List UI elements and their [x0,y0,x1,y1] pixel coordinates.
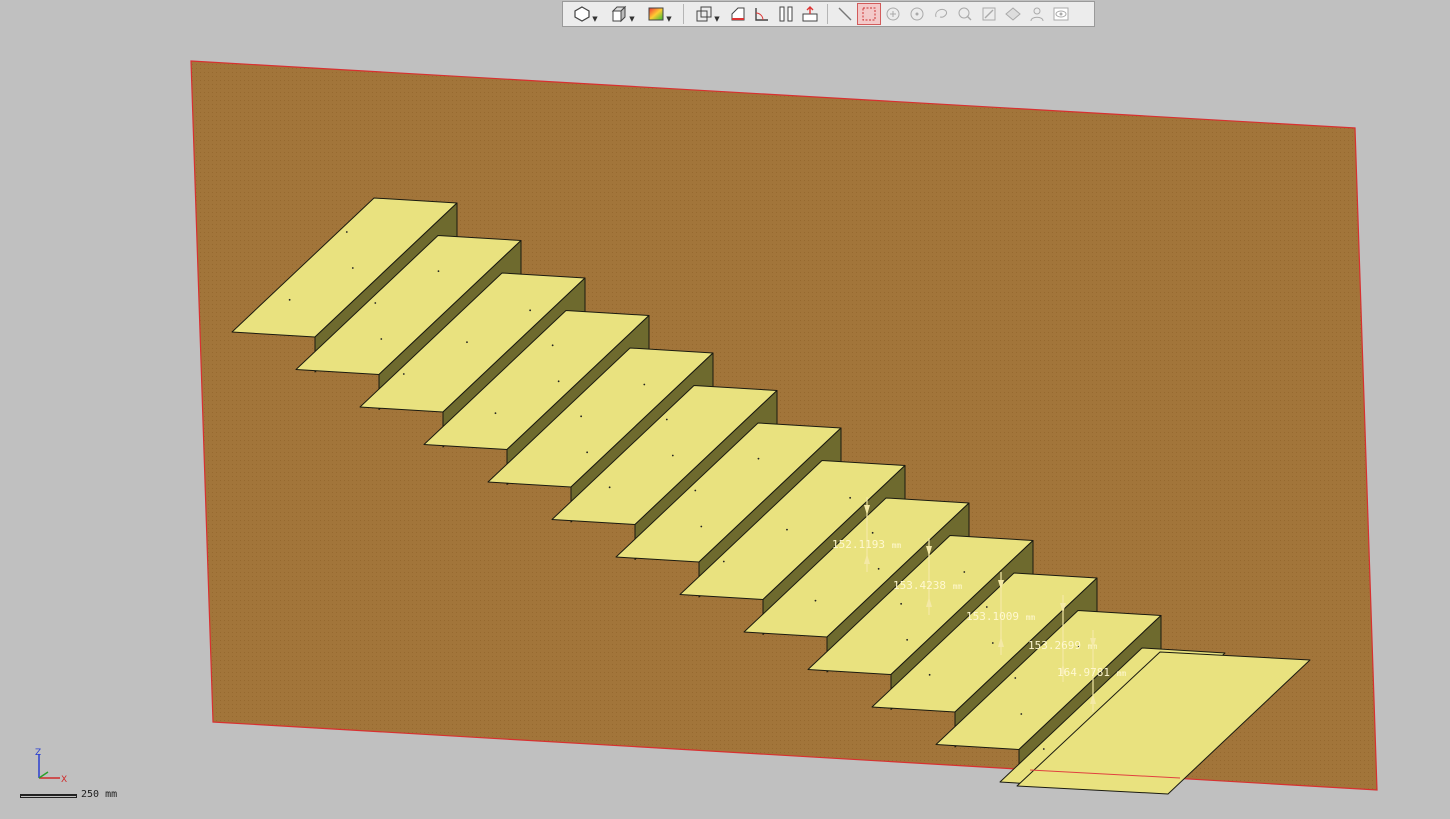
point-mark [877,567,880,570]
point-mark [671,454,674,457]
dimension-value: 164.9781 mm [1057,666,1126,679]
point-mark [1042,748,1045,750]
scale-bar [20,794,77,798]
select-mode-icon[interactable]: ▼ [567,3,604,25]
point-mark [551,344,554,347]
dimension-value: 153.4238 mm [893,579,962,592]
point-mark [700,525,703,528]
person-icon[interactable] [1025,3,1049,25]
point-mark [494,412,497,415]
dimension-unit: mm [953,582,963,591]
point-mark [814,599,817,602]
point-mark [757,457,760,460]
measure-angle-icon[interactable] [750,3,774,25]
surface-icon[interactable] [1001,3,1025,25]
point-mark [437,270,440,273]
point-mark [985,606,988,608]
dimension-unit: mm [1026,613,1036,622]
wireframe-box-icon[interactable]: ▼ [689,3,726,25]
section-plane-icon[interactable] [726,3,750,25]
point-mark [665,418,668,421]
point-mark [374,302,377,304]
point-mark [1020,713,1023,715]
point-mark [900,602,903,605]
point-mark [586,451,589,454]
point-mark [694,489,697,492]
axis-z-label: Z [35,748,41,758]
line-tool-icon[interactable] [833,3,857,25]
point-mark [963,571,966,573]
dimension-value: 153.2699 mm [1028,639,1097,652]
clip-icon[interactable] [774,3,798,25]
point-mark [557,380,560,383]
point-mark [288,298,291,301]
pick-icon[interactable] [953,3,977,25]
scale-label: 250 mm [81,789,118,800]
point-mark [380,338,383,340]
view-toolbar: ▼ ▼ ▼ ▼ [562,1,1095,27]
toolbar-separator [827,4,828,24]
explode-icon[interactable] [798,3,822,25]
edit-icon[interactable] [977,3,1001,25]
point-remove-icon[interactable] [905,3,929,25]
dimension-unit: mm [1117,669,1127,678]
scene-canvas[interactable]: 152.1193 mm 153.4238 mm 153.1009 mm 153.269… [0,0,1450,819]
point-mark [351,267,354,269]
point-mark [345,231,348,233]
dimension-unit: mm [892,541,902,550]
axis-triad: Z X [35,748,67,785]
point-mark [871,531,874,534]
dimension-value: 152.1193 mm [832,538,901,551]
box-select-icon[interactable] [857,3,881,25]
toolbar-separator [683,4,684,24]
3d-viewport[interactable]: 152.1193 mm 153.4238 mm 153.1009 mm 153.269… [0,0,1450,819]
dimension-value: 153.1009 mm [966,610,1035,623]
point-mark [466,341,468,344]
point-mark [786,528,788,531]
point-mark [991,642,994,644]
point-mark [928,673,931,676]
point-mark [906,638,909,641]
point-mark [580,415,583,418]
point-mark [402,373,405,375]
lasso-icon[interactable] [929,3,953,25]
axis-x-label: X [61,775,67,785]
point-mark [529,309,532,312]
point-mark [643,383,646,386]
visibility-icon[interactable] [1049,3,1073,25]
point-mark [1014,677,1017,679]
view-cube-icon[interactable]: ▼ [604,3,641,25]
point-mark [608,486,611,489]
point-mark [722,560,725,563]
point-add-icon[interactable] [881,3,905,25]
point-mark [849,496,852,499]
shading-mode-icon[interactable]: ▼ [641,3,678,25]
